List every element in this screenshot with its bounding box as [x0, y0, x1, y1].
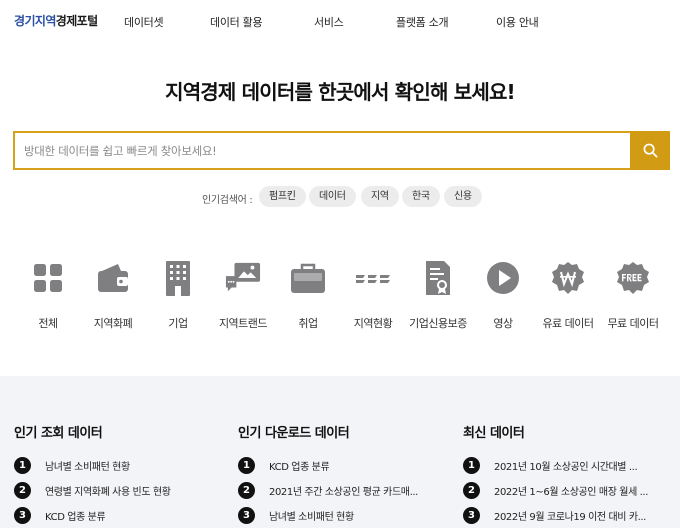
category-all[interactable]: 전체 — [13, 258, 83, 338]
data-rankings-section: 인기 조회 데이터 1 남녀별 소비패턴 현황 2 연령별 지역화폐 사용 빈도… — [0, 376, 680, 528]
dash-lines-icon — [355, 258, 391, 298]
list-title: 최신 데이터 — [463, 426, 525, 441]
play-icon — [485, 258, 521, 298]
category-label: 지역화폐 — [93, 317, 133, 330]
free-badge-icon — [615, 258, 651, 298]
list-item-link[interactable]: KCD 업종 분류 — [45, 508, 105, 523]
latest-data-list: 최신 데이터 1 2021년 10월 소상공인 시간대별 ... 2 2022년… — [463, 422, 673, 524]
category-local-trend[interactable]: 지역트랜드 — [208, 258, 278, 338]
nav-dataset[interactable]: 데이터셋 — [124, 14, 164, 30]
popular-downloads-list: 인기 다운로드 데이터 1 KCD 업종 분류 2 2021년 주간 소상공인 … — [238, 422, 448, 524]
list-item-link[interactable]: 남녀별 소비패턴 현황 — [45, 458, 130, 473]
list-item-link[interactable]: 2022년 9월 코로나19 이전 대비 카... — [494, 508, 646, 523]
rank-badge: 2 — [463, 482, 480, 499]
popular-views-list: 인기 조회 데이터 1 남녀별 소비패턴 현황 2 연령별 지역화폐 사용 빈도… — [14, 422, 224, 524]
category-label: 지역현황 — [353, 317, 393, 330]
keyword-chip[interactable]: 펌프킨 — [259, 186, 306, 207]
list-item[interactable]: 3 2022년 9월 코로나19 이전 대비 카... — [463, 506, 673, 524]
keyword-chip[interactable]: 한국 — [402, 186, 440, 207]
rank-badge: 2 — [14, 482, 31, 499]
rank-badge: 1 — [463, 457, 480, 474]
list-item[interactable]: 3 KCD 업종 분류 — [14, 506, 224, 524]
list-item-link[interactable]: 2021년 주간 소상공인 평균 카드매... — [269, 483, 418, 498]
rank-badge: 1 — [14, 457, 31, 474]
category-label: 기업신용보증 — [409, 317, 467, 330]
rank-badge: 3 — [238, 507, 255, 524]
category-local-currency[interactable]: 지역화폐 — [78, 258, 148, 338]
category-company[interactable]: 기업 — [143, 258, 213, 338]
list-item[interactable]: 3 남녀별 소비패턴 현황 — [238, 506, 448, 524]
list-item[interactable]: 1 남녀별 소비패턴 현황 — [14, 456, 224, 474]
nav-service[interactable]: 서비스 — [314, 14, 344, 30]
popular-keywords: 인기검색어 : 펌프킨 데이터 지역 한국 신용 — [0, 186, 680, 208]
list-item[interactable]: 1 2021년 10월 소상공인 시간대별 ... — [463, 456, 673, 474]
category-credit-guarantee[interactable]: 기업신용보증 — [403, 258, 473, 338]
briefcase-icon — [290, 258, 326, 298]
list-item[interactable]: 1 KCD 업종 분류 — [238, 456, 448, 474]
rank-badge: 2 — [238, 482, 255, 499]
certificate-icon — [420, 258, 456, 298]
hero-title: 지역경제 데이터를 한곳에서 확인해 보세요! — [165, 80, 516, 104]
building-icon — [160, 258, 196, 298]
grid-icon — [30, 258, 66, 298]
list-title: 인기 다운로드 데이터 — [238, 426, 350, 441]
list-item[interactable]: 2 2022년 1~6월 소상공인 매장 월세 ... — [463, 481, 673, 499]
nav-usage-guide[interactable]: 이용 안내 — [496, 14, 539, 30]
category-employment[interactable]: 취업 — [273, 258, 343, 338]
search-icon — [643, 143, 657, 158]
category-label: 유료 데이터 — [542, 317, 594, 330]
keyword-chip[interactable]: 지역 — [361, 186, 399, 207]
popular-keywords-label: 인기검색어 : — [202, 195, 253, 206]
wallet-icon — [95, 258, 131, 298]
category-label: 전체 — [38, 317, 58, 330]
search-input[interactable] — [13, 131, 631, 170]
list-item-link[interactable]: KCD 업종 분류 — [269, 458, 329, 473]
category-paid-data[interactable]: 유료 데이터 — [533, 258, 603, 338]
rank-badge: 1 — [238, 457, 255, 474]
image-chat-icon — [225, 258, 261, 298]
keyword-chip[interactable]: 신용 — [444, 186, 482, 207]
category-free-data[interactable]: 무료 데이터 — [598, 258, 668, 338]
won-badge-icon — [550, 258, 586, 298]
list-item[interactable]: 2 2021년 주간 소상공인 평균 카드매... — [238, 481, 448, 499]
site-header: 경기지역경제포털 데이터셋 데이터 활용 서비스 플랫폼 소개 이용 안내 — [0, 0, 680, 42]
list-item[interactable]: 2 연령별 지역화폐 사용 빈도 현황 — [14, 481, 224, 499]
category-label: 기업 — [168, 317, 188, 330]
category-local-status[interactable]: 지역현황 — [338, 258, 408, 338]
list-item-link[interactable]: 2021년 10월 소상공인 시간대별 ... — [494, 458, 637, 473]
category-label: 무료 데이터 — [607, 317, 659, 330]
nav-data-usage[interactable]: 데이터 활용 — [210, 14, 263, 30]
nav-platform-intro[interactable]: 플랫폼 소개 — [396, 14, 449, 30]
category-label: 영상 — [493, 317, 513, 330]
logo-part-portal: 경제포털 — [55, 14, 98, 28]
list-item-link[interactable]: 2022년 1~6월 소상공인 매장 월세 ... — [494, 483, 648, 498]
category-label: 취업 — [298, 317, 318, 330]
category-label: 지역트랜드 — [218, 317, 268, 330]
category-video[interactable]: 영상 — [468, 258, 538, 338]
keyword-chip[interactable]: 데이터 — [309, 186, 356, 207]
rank-badge: 3 — [14, 507, 31, 524]
list-item-link[interactable]: 남녀별 소비패턴 현황 — [269, 508, 354, 523]
search-bar — [13, 131, 670, 170]
site-logo[interactable]: 경기지역경제포털 — [14, 12, 98, 29]
logo-part-region: 경기지역 — [14, 14, 56, 28]
search-button[interactable] — [630, 131, 670, 170]
rank-badge: 3 — [463, 507, 480, 524]
list-title: 인기 조회 데이터 — [14, 426, 103, 441]
list-item-link[interactable]: 연령별 지역화폐 사용 빈도 현황 — [45, 483, 171, 498]
